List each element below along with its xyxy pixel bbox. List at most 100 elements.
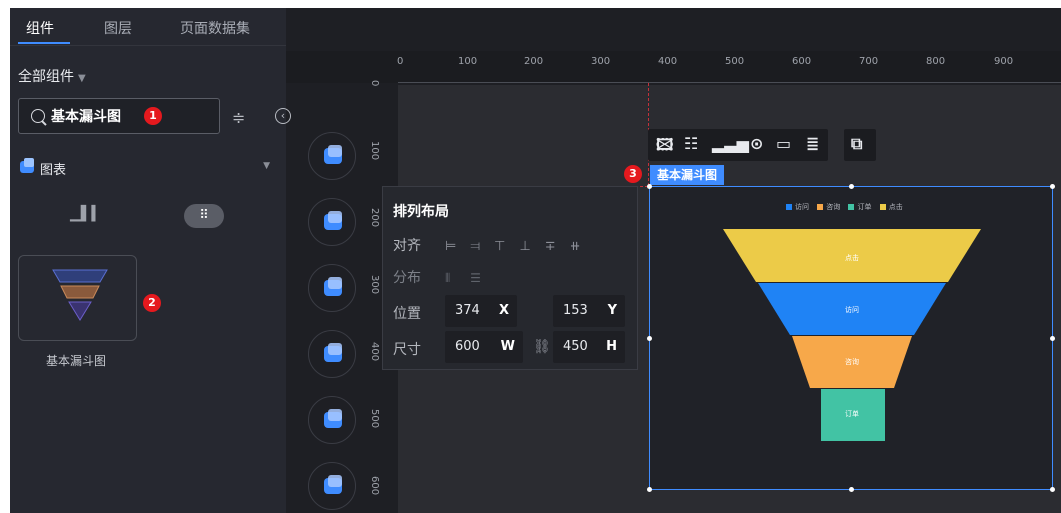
- expand-collapse-icon[interactable]: ≑: [232, 108, 245, 127]
- distribute-label: 分布: [393, 270, 421, 286]
- x-tick: 500: [725, 56, 745, 67]
- chart-category-icon: [20, 158, 34, 173]
- chevron-down-icon: ▼: [263, 161, 270, 171]
- resize-handle[interactable]: [849, 487, 854, 492]
- y-tick: 200: [369, 208, 380, 228]
- x-value: 374: [455, 303, 480, 318]
- toolbar-group: ⧉: [844, 129, 876, 161]
- quick-tool-button[interactable]: [308, 330, 356, 378]
- quick-tool-button[interactable]: [308, 264, 356, 312]
- bar-chart-icon[interactable]: ▂▃▅: [712, 134, 749, 153]
- gear-icon: [324, 409, 342, 428]
- height-unit: H: [606, 339, 617, 354]
- quick-tool-button[interactable]: [308, 396, 356, 444]
- map-icon: [324, 277, 342, 296]
- panel-title: 排列布局: [393, 204, 449, 220]
- toolbar-group: 🖾 ☷ ▂▃▅ ⊙ ▭ ≣: [648, 129, 828, 161]
- x-position-input[interactable]: 374 X: [445, 295, 517, 327]
- bar-chart-view-icon[interactable]: ▁▌▍: [70, 206, 102, 230]
- active-tab-indicator: [18, 42, 70, 44]
- funnel-stage-label: 访问: [845, 306, 859, 314]
- size-label: 尺寸: [393, 342, 421, 358]
- resize-handle[interactable]: [1050, 184, 1055, 189]
- database-icon[interactable]: ≣: [806, 134, 819, 153]
- component-card-basic-funnel[interactable]: 2: [18, 255, 161, 341]
- ruler-baseline: [398, 82, 1061, 83]
- callout-badge-1: 1: [144, 107, 162, 125]
- y-tick: 600: [369, 476, 380, 496]
- resize-handle[interactable]: [647, 184, 652, 189]
- distribute-buttons-icons: ⦀ ☰: [445, 271, 489, 285]
- link-icon[interactable]: ⛓: [533, 339, 551, 355]
- tab-page-datasets[interactable]: 页面数据集: [180, 18, 250, 38]
- resize-handle[interactable]: [647, 336, 652, 341]
- width-unit: W: [500, 339, 515, 354]
- funnel-chart-widget[interactable]: 访问 咨询 订单 点击 点击 访问 咨询 订单: [649, 186, 1053, 490]
- resize-handle[interactable]: [1050, 487, 1055, 492]
- component-filter-dropdown[interactable]: 全部组件 ▼: [18, 66, 86, 86]
- chevron-down-icon: ▼: [78, 73, 86, 84]
- cloud-icon: [324, 475, 342, 494]
- callout-badge-2: 2: [143, 294, 161, 312]
- x-tick: 0: [397, 56, 404, 67]
- x-tick: 100: [458, 56, 478, 67]
- y-tick: 400: [369, 342, 380, 362]
- funnel-thumbnail-icon: [52, 269, 108, 321]
- component-swap-icon[interactable]: ⧉: [851, 134, 862, 154]
- width-input[interactable]: 600 W: [445, 331, 523, 363]
- resize-handle[interactable]: [1050, 336, 1055, 341]
- funnel-plot: [723, 229, 981, 441]
- resize-handle[interactable]: [849, 184, 854, 189]
- quick-tool-button[interactable]: [308, 198, 356, 246]
- y-tick: 0: [369, 80, 380, 87]
- text-icon: [324, 343, 342, 362]
- filter-label: 全部组件: [18, 69, 74, 85]
- category-charts[interactable]: 图表 ▼: [18, 158, 270, 178]
- resize-handle[interactable]: [647, 487, 652, 492]
- funnel-stage-label: 咨询: [845, 358, 859, 366]
- tab-components[interactable]: 组件: [26, 18, 54, 38]
- height-input[interactable]: 450 H: [553, 331, 625, 363]
- align-buttons-icons[interactable]: ⊨⫤⊤⊥∓⧺: [445, 239, 595, 254]
- comment-icon[interactable]: ▭: [776, 134, 791, 153]
- divider: [10, 45, 286, 46]
- x-tick: 700: [859, 56, 879, 67]
- app-frame: 组件 图层 页面数据集 全部组件 ▼ 基本漏斗图 1 ≑ ‹ 图表 ▼ ▁▌▍ ⠿: [10, 8, 1061, 513]
- height-value: 450: [563, 339, 588, 354]
- collapse-panel-icon[interactable]: ‹: [275, 108, 291, 124]
- funnel-stage-label: 点击: [845, 254, 859, 262]
- x-tick: 600: [792, 56, 812, 67]
- x-tick: 200: [524, 56, 544, 67]
- callout-badge-3: 3: [624, 165, 642, 183]
- y-unit: Y: [607, 303, 617, 318]
- interaction-icon[interactable]: ⊙: [750, 134, 763, 153]
- x-tick: 400: [658, 56, 678, 67]
- width-value: 600: [455, 339, 480, 354]
- component-panel: 组件 图层 页面数据集 全部组件 ▼ 基本漏斗图 1 ≑ ‹ 图表 ▼ ▁▌▍ ⠿: [10, 8, 291, 513]
- search-icon: [31, 109, 45, 123]
- y-tick: 300: [369, 275, 380, 295]
- quick-tool-button[interactable]: [308, 462, 356, 510]
- y-position-input[interactable]: 153 Y: [553, 295, 625, 327]
- chart-icon: [324, 145, 342, 164]
- x-tick: 900: [994, 56, 1014, 67]
- x-tick: 300: [591, 56, 611, 67]
- position-label: 位置: [393, 306, 421, 322]
- search-field[interactable]: 基本漏斗图 1: [18, 98, 220, 134]
- component-card-label: 基本漏斗图: [46, 354, 107, 368]
- settings-sliders-icon[interactable]: ☷: [684, 134, 698, 153]
- category-label: 图表: [40, 163, 67, 178]
- quick-tool-button[interactable]: [308, 132, 356, 180]
- y-value: 153: [563, 303, 588, 318]
- image-icon[interactable]: 🖾: [656, 134, 673, 161]
- y-tick: 500: [369, 409, 380, 429]
- arrange-layout-panel: 排列布局 对齐 ⊨⫤⊤⊥∓⧺ 分布 ⦀ ☰ 位置 374 X 153 Y 尺寸 …: [382, 186, 638, 370]
- selected-widget-label: 基本漏斗图: [650, 165, 725, 185]
- x-unit: X: [498, 303, 509, 318]
- tab-layers[interactable]: 图层: [104, 18, 132, 38]
- search-input[interactable]: 基本漏斗图: [51, 106, 121, 126]
- x-tick: 800: [926, 56, 946, 67]
- grid-view-icon[interactable]: ⠿: [184, 204, 224, 228]
- align-label: 对齐: [393, 238, 421, 254]
- y-tick: 100: [369, 141, 380, 161]
